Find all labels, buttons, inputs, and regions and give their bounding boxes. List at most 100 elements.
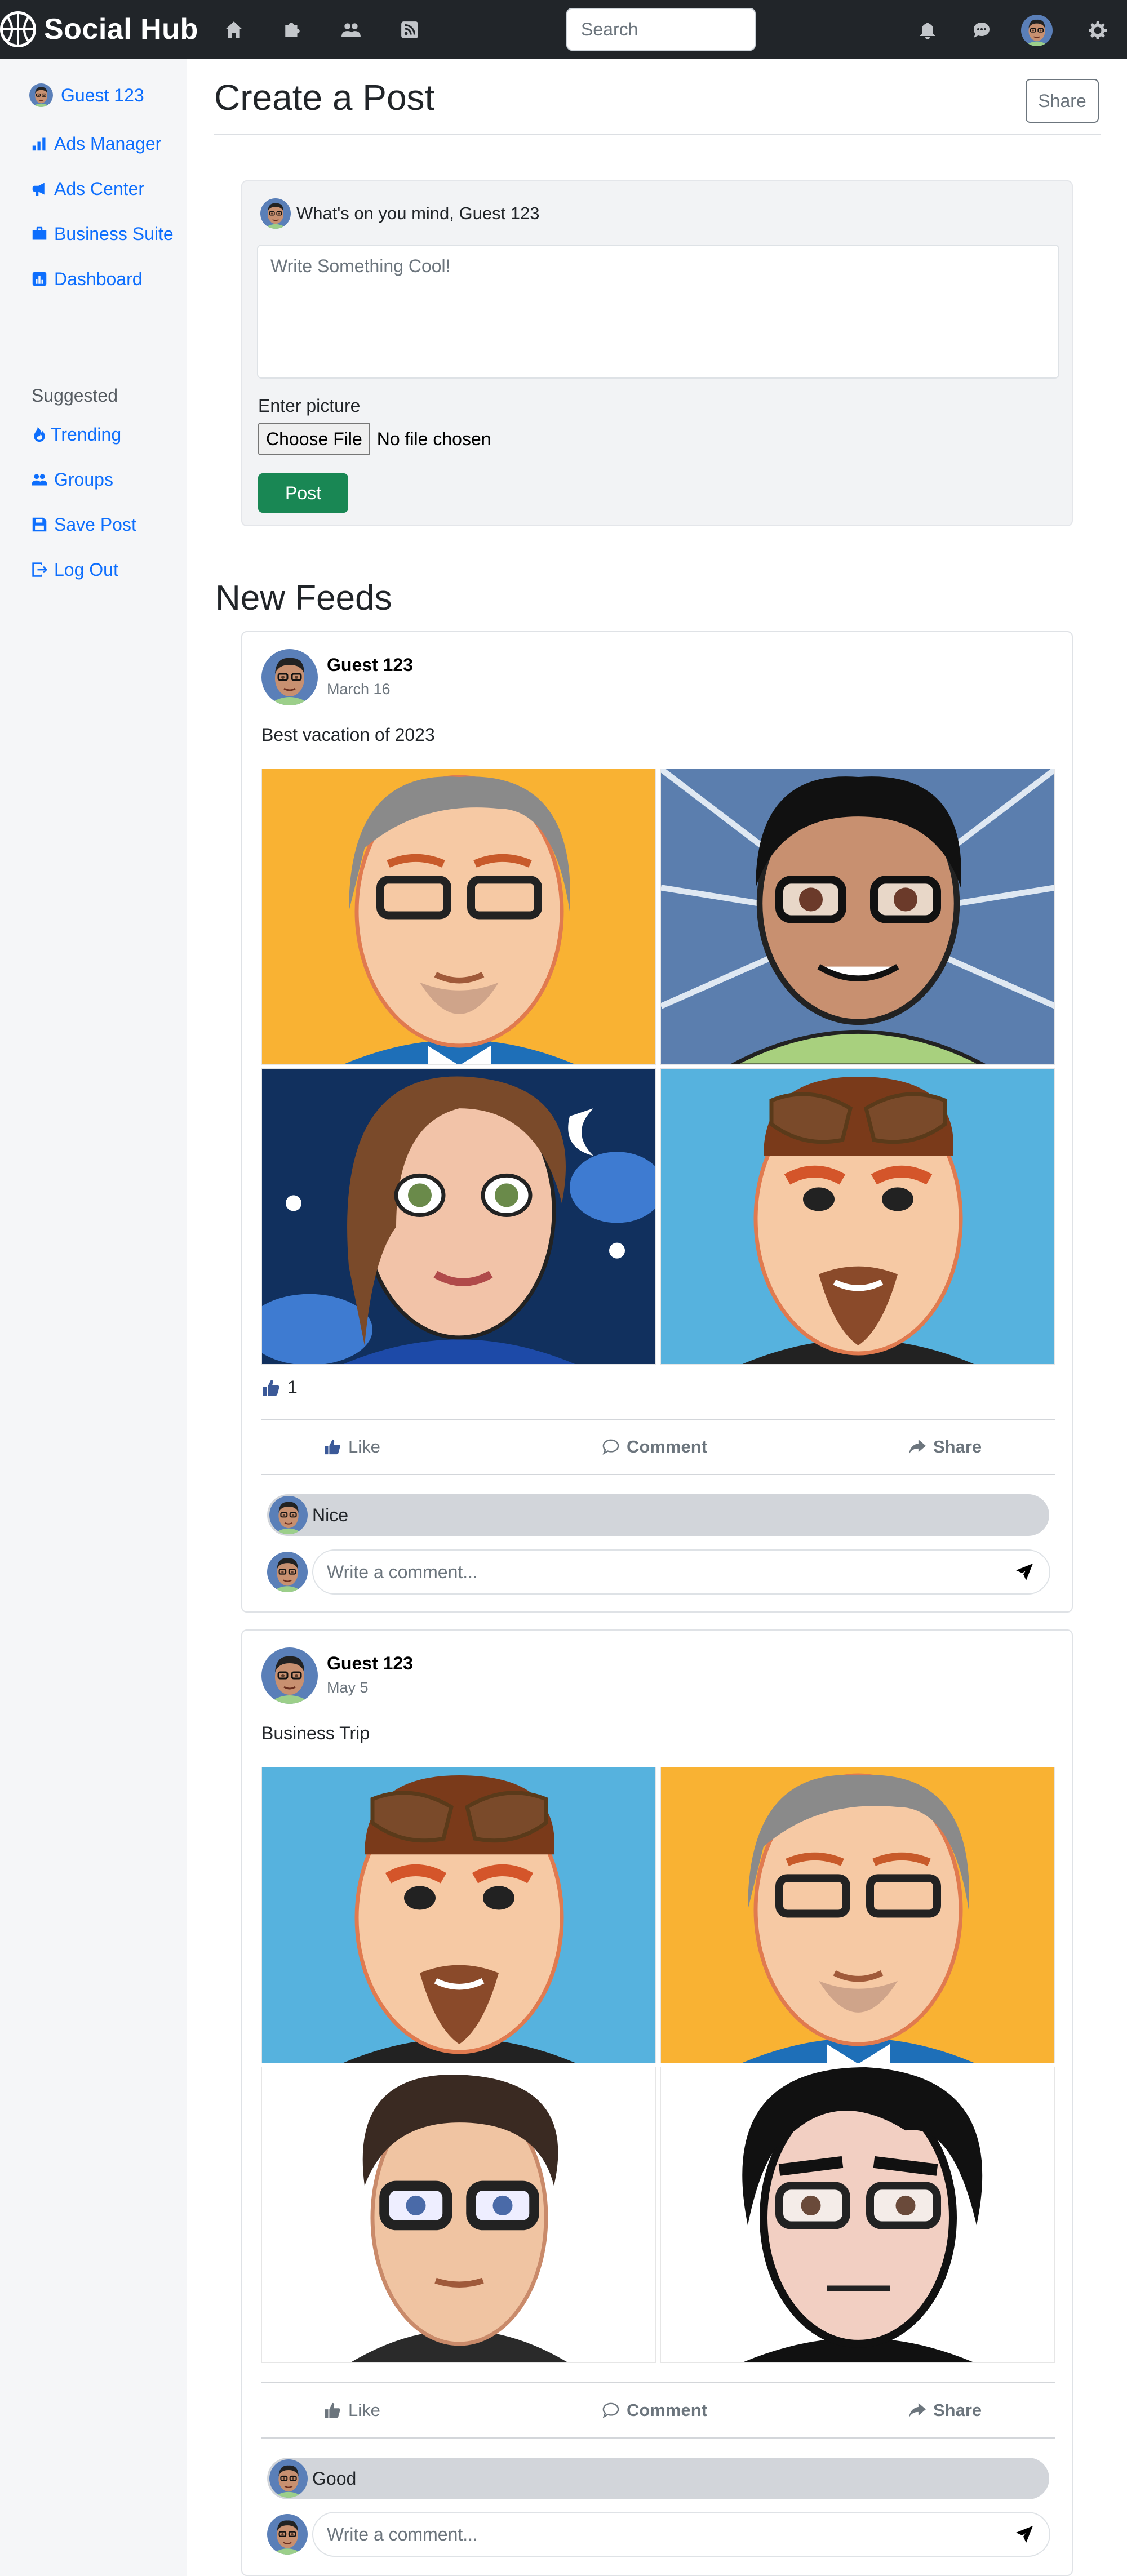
feeds-heading: New Feeds xyxy=(215,579,392,618)
page-title: Create a Post xyxy=(214,77,435,118)
post-photo[interactable] xyxy=(660,1068,1055,1365)
post-photo[interactable] xyxy=(261,1068,656,1365)
send-icon[interactable] xyxy=(1012,2522,1037,2547)
sidebar-item-label: Ads Manager xyxy=(54,133,162,154)
sidebar-item-label: Save Post xyxy=(54,514,136,535)
sidebar-item-ads-center[interactable]: Ads Center xyxy=(29,175,144,203)
post-composer: What's on you mind, Guest 123 Enter pict… xyxy=(241,180,1073,526)
avatar[interactable] xyxy=(261,649,318,705)
dashboard-icon xyxy=(29,269,50,289)
post-card: Guest 123 May 5 Business Trip Like Comme… xyxy=(241,1629,1073,2576)
post-author[interactable]: Guest 123 xyxy=(327,655,413,676)
divider xyxy=(214,134,1101,135)
comment-input[interactable] xyxy=(312,1549,1050,1595)
sidebar-item-label: Log Out xyxy=(54,559,118,580)
post-photo[interactable] xyxy=(660,769,1055,1065)
post-photo[interactable] xyxy=(660,1767,1055,2063)
comment-text: Good xyxy=(312,2468,357,2489)
share-icon xyxy=(909,1439,926,1455)
sidebar-item-label: Trending xyxy=(51,424,122,445)
comment-input[interactable] xyxy=(312,2512,1050,2557)
sidebar-item-groups[interactable]: Groups xyxy=(29,465,113,494)
fire-icon xyxy=(29,424,50,445)
avatar xyxy=(29,83,53,107)
comment-composer xyxy=(267,2512,1055,2557)
post-text: Business Trip xyxy=(261,1723,370,1743)
avatar xyxy=(267,2514,308,2555)
avatar[interactable] xyxy=(261,1647,318,1704)
people-icon xyxy=(29,469,50,490)
sidebar-item-dashboard[interactable]: Dashboard xyxy=(29,265,143,293)
bell-icon[interactable] xyxy=(913,16,942,45)
thumbs-up-icon xyxy=(325,2402,340,2418)
share-button[interactable]: Share xyxy=(908,2400,982,2420)
avatar[interactable] xyxy=(1021,15,1053,46)
sidebar-item-log-out[interactable]: Log Out xyxy=(29,556,118,584)
post-author[interactable]: Guest 123 xyxy=(327,1653,413,1674)
basketball-logo-icon xyxy=(0,11,36,47)
gear-icon[interactable] xyxy=(1083,16,1112,45)
suggested-heading: Suggested xyxy=(32,385,118,406)
post-photo[interactable] xyxy=(261,2067,656,2363)
send-icon[interactable] xyxy=(1012,1560,1037,1584)
sidebar: Guest 123 Ads Manager Ads Center Busines… xyxy=(0,59,187,2576)
post-date: March 16 xyxy=(327,681,391,698)
sidebar-item-ads-manager[interactable]: Ads Manager xyxy=(29,130,161,158)
avatar xyxy=(269,1496,308,1534)
comment-composer xyxy=(267,1549,1055,1595)
comment-text: Nice xyxy=(312,1504,349,1525)
avatar xyxy=(267,1552,308,1592)
sidebar-item-label: Ads Center xyxy=(54,178,145,199)
like-count: 1 xyxy=(261,1377,298,1398)
puzzle-icon[interactable] xyxy=(279,17,305,43)
thumbs-up-icon xyxy=(325,1439,340,1455)
file-status: No file chosen xyxy=(376,428,491,449)
sidebar-item-save-post[interactable]: Save Post xyxy=(29,510,136,539)
photo-grid xyxy=(261,1767,1055,2363)
top-navbar: Social Hub xyxy=(0,0,1127,59)
briefcase-icon xyxy=(29,224,50,244)
post-photo[interactable] xyxy=(261,1767,656,2063)
divider xyxy=(261,2437,1055,2439)
post-date: May 5 xyxy=(327,1679,369,1696)
comment-button[interactable]: Comment xyxy=(602,2400,707,2420)
comment-button[interactable]: Comment xyxy=(602,1437,707,1457)
people-icon[interactable] xyxy=(338,17,364,43)
divider xyxy=(261,1474,1055,1475)
rss-icon[interactable] xyxy=(397,17,423,43)
bar-chart-icon xyxy=(29,134,50,154)
share-icon xyxy=(909,2402,926,2418)
post-photo[interactable] xyxy=(660,2067,1055,2363)
like-count-value: 1 xyxy=(287,1377,298,1397)
thumbs-up-icon xyxy=(263,1379,279,1396)
share-button[interactable]: Share xyxy=(1026,79,1099,123)
sidebar-item-label: Guest 123 xyxy=(61,85,144,105)
like-button[interactable]: Like xyxy=(323,2400,380,2420)
sidebar-item-label: Dashboard xyxy=(54,268,143,289)
search-input[interactable] xyxy=(566,8,756,51)
picture-label: Enter picture xyxy=(258,396,361,416)
logout-icon xyxy=(29,559,50,580)
home-icon[interactable] xyxy=(221,17,247,43)
sidebar-item-trending[interactable]: Trending xyxy=(29,420,121,448)
composer-heading: What's on you mind, Guest 123 xyxy=(296,203,540,223)
megaphone-icon xyxy=(29,179,50,199)
sidebar-item-profile[interactable]: Guest 123 xyxy=(29,81,144,109)
like-button[interactable]: Like xyxy=(323,1437,380,1457)
post-photo[interactable] xyxy=(261,769,656,1065)
photo-grid xyxy=(261,769,1055,1365)
chat-icon[interactable] xyxy=(967,16,996,45)
save-icon xyxy=(29,514,50,535)
share-button[interactable]: Share xyxy=(908,1437,982,1457)
sidebar-item-label: Groups xyxy=(54,469,113,490)
brand[interactable]: Social Hub xyxy=(0,11,198,47)
post-textarea[interactable] xyxy=(257,245,1059,379)
avatar xyxy=(260,198,291,229)
comment-bubble: Nice xyxy=(267,1494,1049,1536)
brand-name: Social Hub xyxy=(44,13,198,46)
post-button[interactable]: Post xyxy=(258,473,348,513)
sidebar-item-business-suite[interactable]: Business Suite xyxy=(29,220,174,248)
choose-file-button[interactable]: Choose File xyxy=(258,423,370,455)
comment-icon xyxy=(602,2402,619,2418)
post-text: Best vacation of 2023 xyxy=(261,725,435,745)
